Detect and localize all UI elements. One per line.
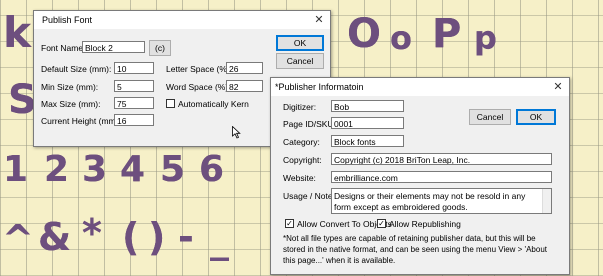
ok-button[interactable]: OK [516, 109, 556, 125]
website-label: Website: [283, 173, 316, 183]
allow-republish-label: Allow Republishing [389, 219, 461, 229]
glyph-): ) [148, 215, 166, 259]
default-size-input[interactable]: 10 [114, 62, 154, 74]
auto-kern-checkbox[interactable] [166, 99, 175, 108]
current-height-label: Current Height (mm): [41, 116, 121, 126]
publisher-info-title: *Publisher Informatoin [275, 82, 364, 92]
glyph-k: k [3, 8, 31, 57]
auto-kern-label: Automatically Kern [178, 99, 249, 109]
glyph-3: 3 [82, 149, 108, 190]
glyph-(: ( [122, 215, 140, 259]
glyph-^: ^ [2, 217, 34, 261]
current-height-input[interactable]: 16 [114, 114, 154, 126]
letter-space-input[interactable]: 26 [226, 62, 263, 74]
publish-font-title: Publish Font [42, 15, 93, 25]
font-name-input[interactable]: Block 2 [82, 41, 145, 53]
close-icon[interactable]: ✕ [312, 13, 326, 27]
allow-republish-checkbox[interactable]: ✓ [377, 219, 386, 228]
sku-label: Page ID/SKU: [283, 119, 336, 129]
glyph-5: 5 [160, 149, 186, 190]
checkmark-icon: ✓ [378, 219, 385, 228]
glyph-*: * [82, 211, 102, 255]
category-input[interactable]: Block fonts [331, 135, 404, 147]
max-size-label: Max Size (mm): [41, 99, 101, 109]
publisher-info-titlebar[interactable]: *Publisher Informatoin ✕ [271, 78, 569, 96]
copyright-label: Copyright: [283, 155, 322, 165]
glyph--: - [178, 215, 194, 259]
default-size-label: Default Size (mm): [41, 64, 112, 74]
usage-notes-textarea[interactable]: Designs or their elements may not be res… [331, 188, 552, 214]
publisher-footnote: *Not all file types are capable of retai… [283, 234, 547, 265]
glyph-2: 2 [44, 149, 70, 190]
close-icon[interactable]: ✕ [551, 80, 565, 94]
digitizer-label: Digitizer: [283, 102, 317, 112]
usage-notes-scrollbar[interactable] [542, 189, 551, 213]
copyright-symbol-button[interactable]: (c) [149, 40, 171, 56]
word-space-input[interactable]: 82 [226, 80, 263, 92]
digitizer-input[interactable]: Bob [331, 100, 404, 112]
publisher-info-dialog: *Publisher Informatoin ✕ Digitizer: Bob … [270, 77, 570, 275]
usage-notes-text: Designs or their elements may not be res… [334, 191, 526, 212]
cancel-button[interactable]: Cancel [276, 53, 324, 69]
min-size-input[interactable]: 5 [114, 80, 154, 92]
glyph-6: 6 [199, 149, 225, 190]
glyph-4: 4 [120, 149, 146, 190]
glyph-_: _ [210, 217, 229, 261]
allow-convert-checkbox[interactable]: ✓ [285, 219, 294, 228]
letter-space-label: Letter Space (%): [166, 64, 233, 74]
glyph-O: O [347, 11, 382, 57]
font-name-label: Font Name: [41, 43, 86, 53]
copyright-input[interactable]: Copyright (c) 2018 BriTon Leap, Inc. [331, 153, 552, 165]
ok-button[interactable]: OK [276, 35, 324, 51]
glyph-&: & [38, 215, 72, 259]
glyph-o: o [390, 19, 412, 57]
max-size-input[interactable]: 75 [114, 97, 154, 109]
cancel-button[interactable]: Cancel [469, 109, 511, 125]
sku-input[interactable]: 0001 [331, 117, 404, 129]
min-size-label: Min Size (mm): [41, 82, 99, 92]
word-space-label: Word Space (%): [166, 82, 231, 92]
publish-font-titlebar[interactable]: Publish Font ✕ [34, 11, 330, 29]
mouse-cursor-icon [232, 126, 241, 139]
category-label: Category: [283, 137, 320, 147]
glyph-1: 1 [3, 149, 29, 190]
glyph-P: P [432, 11, 462, 57]
checkmark-icon: ✓ [286, 219, 293, 228]
glyph-p: p [474, 19, 497, 57]
website-input[interactable]: embrilliance.com [331, 171, 552, 183]
